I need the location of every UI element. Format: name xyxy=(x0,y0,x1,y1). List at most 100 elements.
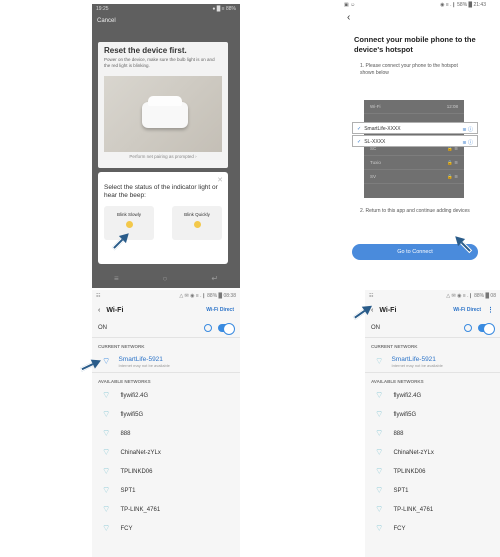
network-name: ChinaNet-zYLx xyxy=(120,449,161,456)
wifi-lock-icon: ⌔ xyxy=(102,466,111,476)
network-item[interactable]: ⌔ SPT1 xyxy=(92,481,240,500)
wifi-lock-icon: ⌔ xyxy=(375,466,384,476)
blink-slowly-label: Blink Slowly xyxy=(116,212,141,217)
info-icon: ≋ ⓘ xyxy=(462,127,473,133)
current-network-header: CURRENT NETWORK xyxy=(371,344,418,349)
hotspot-network-item: ✓ SmartLife-XXXX ≋ ⓘ xyxy=(352,122,478,134)
network-item[interactable]: ⌔ TP-LINK_4761 xyxy=(365,500,500,519)
wifi-on-label: ON xyxy=(371,324,380,331)
available-networks-header: AVAILABLE NETWORKS xyxy=(98,379,151,384)
pairing-hint-link[interactable]: Perform net pairing as prompted › xyxy=(98,154,228,159)
network-name: flywifi5G xyxy=(393,411,417,418)
cancel-button[interactable]: Cancel xyxy=(92,14,240,28)
status-icons: ◉ ≡ .❙ 58% █ 21:43 xyxy=(440,2,486,8)
wifi-toggle[interactable] xyxy=(218,322,235,335)
close-icon[interactable]: ✕ xyxy=(217,176,223,184)
network-name: ChinaNet-zYLx xyxy=(393,449,434,456)
network-name: TPLINKD06 xyxy=(120,468,153,475)
current-network-name: SmartLife-5921 xyxy=(391,355,436,363)
more-options-icon[interactable]: ⋮ xyxy=(487,306,494,314)
page-title: Wi-Fi xyxy=(379,306,397,314)
network-item[interactable]: ⌔ flywifi2.4G xyxy=(92,386,240,405)
network-item[interactable]: ⌔ SPT1 xyxy=(365,481,500,500)
current-network-status: Internet may not be available xyxy=(118,362,170,368)
hotspot-network-item: ✓ SL-XXXX ≋ ⓘ xyxy=(352,135,478,147)
network-item[interactable]: ⌔ FCY xyxy=(92,519,240,538)
status-bar: ☷ △ ✉ ◉ ≡ .❙ 88% █ 08 xyxy=(365,290,500,302)
info-icon: ≋ ⓘ xyxy=(462,140,473,146)
mock-network-row: Tuxio 🔒 ≋ xyxy=(364,156,464,170)
status-icons: △ ✉ ◉ ≡ .❙ 88% █ 08 xyxy=(446,293,496,299)
wifi-settings-screen: ☷ △ ✉ ◉ ≡ .❙ 88% █ 08 ‹ Wi-Fi Wi-Fi Dire… xyxy=(365,290,500,557)
reset-instructions-card: Reset the device first. Power on the dev… xyxy=(98,42,228,168)
wifi-lock-icon: ⌔ xyxy=(102,428,111,438)
back-chevron-icon[interactable]: ‹ xyxy=(98,307,100,314)
mock-time: 12:08 xyxy=(446,104,458,109)
back-chevron-icon[interactable]: ‹ xyxy=(340,10,490,25)
network-item[interactable]: ⌔ 888 xyxy=(365,424,500,443)
page-title: Wi-Fi xyxy=(106,306,124,314)
current-network-status: Internet may not be available xyxy=(391,362,443,368)
network-name: TP-LINK_4761 xyxy=(393,506,434,513)
network-name: flywifi2.4G xyxy=(393,392,422,399)
wifi-on-label: ON xyxy=(98,324,107,331)
status-bar: ▣ ☺ ◉ ≡ .❙ 58% █ 21:43 xyxy=(340,0,490,10)
recent-apps-icon[interactable]: ≡ xyxy=(114,274,119,283)
network-item[interactable]: ⌔ flywifi5G xyxy=(365,405,500,424)
reset-description: Power on the device, make sure the bulb … xyxy=(104,57,215,68)
network-item[interactable]: ⌔ flywifi5G xyxy=(92,405,240,424)
wifi-direct-link[interactable]: Wi-Fi Direct xyxy=(206,307,234,313)
network-name: 888 xyxy=(120,430,131,437)
network-item[interactable]: ⌔ TP-LINK_4761 xyxy=(92,500,240,519)
wifi-lock-icon: ⌔ xyxy=(375,523,384,533)
wifi-lock-icon: ⌔ xyxy=(102,447,111,457)
status-left-icons: ▣ ☺ xyxy=(344,2,356,8)
check-icon: ✓ xyxy=(357,139,362,145)
mock-header: Wi-Fi 12:08 xyxy=(364,100,464,114)
network-item[interactable]: ⌔ ChinaNet-zYLx xyxy=(365,443,500,462)
wifi-lock-icon: ⌔ xyxy=(102,523,111,533)
wifi-lock-icon: ⌔ xyxy=(102,390,111,400)
network-name: flywifi5G xyxy=(120,411,144,418)
network-item[interactable]: ⌔ FCY xyxy=(365,519,500,538)
mock-network-row: SV 🔒 ≋ xyxy=(364,170,464,184)
available-networks-list: ⌔ flywifi2.4G ⌔ flywifi5G ⌔ 888 ⌔ ChinaNet-zYLx… xyxy=(92,386,240,538)
wifi-lock-icon: ⌔ xyxy=(375,390,384,400)
home-icon[interactable]: ○ xyxy=(163,274,168,283)
check-icon: ✓ xyxy=(357,126,362,132)
wifi-lock-icon: ⌔ xyxy=(102,504,111,514)
wifi-icon: ⌔ xyxy=(375,356,384,366)
status-icons: △ ✉ ◉ ≡ .❙ 88% █ 08:38 xyxy=(179,293,236,299)
bulb-icon xyxy=(125,221,133,228)
hub-device-top xyxy=(148,96,182,106)
network-name: 888 xyxy=(393,430,404,437)
wifi-direct-link[interactable]: Wi-Fi Direct xyxy=(453,307,481,313)
device-photo xyxy=(104,76,222,152)
wifi-toggle-row: ON xyxy=(92,318,240,338)
network-item[interactable]: ⌔ TPLINKD06 xyxy=(365,462,500,481)
network-name: TP-LINK_4761 xyxy=(120,506,161,513)
mock-wifi-title: Wi-Fi xyxy=(370,104,381,109)
current-network-item[interactable]: ⌔ SmartLife-5921 Internet may not be ava… xyxy=(365,351,500,373)
wifi-toggle[interactable] xyxy=(478,322,495,335)
available-networks-header: AVAILABLE NETWORKS xyxy=(371,379,424,384)
network-name: FCY xyxy=(393,525,406,532)
network-name: flywifi2.4G xyxy=(120,392,149,399)
network-item[interactable]: ⌔ TPLINKD06 xyxy=(92,462,240,481)
wifi-lock-icon: ⌔ xyxy=(375,409,384,419)
wifi-settings-screen: ☷ △ ✉ ◉ ≡ .❙ 88% █ 08:38 ‹ Wi-Fi Wi-Fi D… xyxy=(92,290,240,557)
back-icon[interactable]: ↵ xyxy=(211,274,218,283)
network-name: FCY xyxy=(120,525,133,532)
network-item[interactable]: ⌔ 888 xyxy=(92,424,240,443)
page-title: Connect your mobile phone to the device'… xyxy=(354,35,476,54)
network-item[interactable]: ⌔ ChinaNet-zYLx xyxy=(92,443,240,462)
wifi-lock-icon: ⌔ xyxy=(375,504,384,514)
status-icons: ● █ ≡ 88% xyxy=(212,6,236,12)
status-left-icons: ☷ xyxy=(369,293,374,299)
available-networks-list: ⌔ flywifi2.4G ⌔ flywifi5G ⌔ 888 ⌔ ChinaNet-zYLx… xyxy=(365,386,500,538)
network-item[interactable]: ⌔ flywifi2.4G xyxy=(365,386,500,405)
reset-title: Reset the device first. xyxy=(104,46,187,55)
wifi-lock-icon: ⌔ xyxy=(375,428,384,438)
blink-quickly-option[interactable]: Blink Quickly xyxy=(172,206,222,240)
current-network-item[interactable]: ⌔ SmartLife-5921 Internet may not be ava… xyxy=(92,351,240,373)
